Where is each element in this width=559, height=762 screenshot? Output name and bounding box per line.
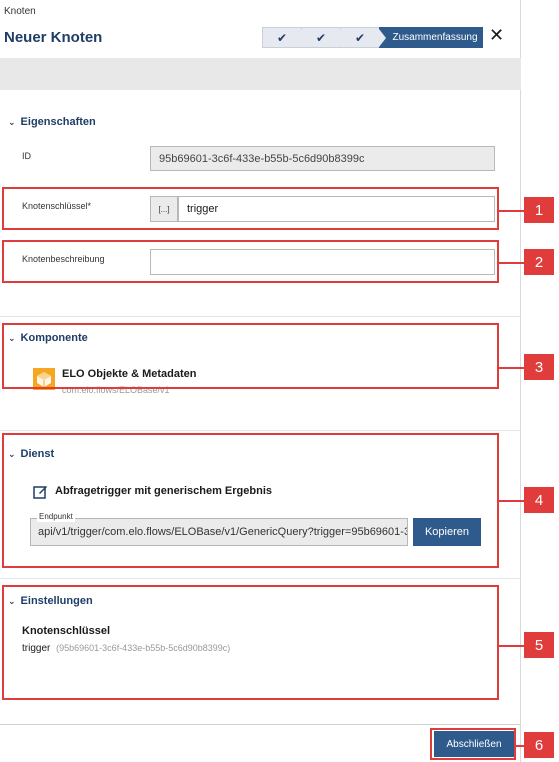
id-field: 95b69601-3c6f-433e-b55b-5c6d90b8399c bbox=[150, 146, 495, 171]
callout-box-2 bbox=[2, 240, 499, 283]
check-icon: ✔ bbox=[276, 30, 288, 45]
callout-badge-3: 3 bbox=[524, 354, 554, 380]
callout-badge-4: 4 bbox=[524, 487, 554, 513]
callout-badge-6: 6 bbox=[524, 732, 554, 758]
toolbar-band bbox=[0, 58, 521, 90]
callout-box-3 bbox=[2, 323, 499, 389]
check-icon: ✔ bbox=[315, 30, 327, 45]
wizard-stepper: ✔ ✔ ✔ Zusammenfassung bbox=[262, 27, 483, 48]
id-label: ID bbox=[22, 151, 31, 161]
callout-badge-2: 2 bbox=[524, 249, 554, 275]
section-properties-title: Eigenschaften bbox=[20, 116, 96, 128]
breadcrumb: Knoten bbox=[4, 6, 36, 17]
callout-badge-5: 5 bbox=[524, 632, 554, 658]
page-title: Neuer Knoten bbox=[4, 29, 103, 46]
callout-box-6 bbox=[430, 728, 516, 760]
callout-box-1 bbox=[2, 187, 499, 230]
step-summary[interactable]: Zusammenfassung bbox=[379, 27, 483, 48]
callout-box-4 bbox=[2, 433, 499, 568]
step-1[interactable]: ✔ bbox=[262, 27, 308, 48]
close-icon[interactable]: ✕ bbox=[489, 25, 504, 46]
section-properties-header[interactable]: ⌄ Eigenschaften bbox=[8, 116, 96, 128]
callout-badge-1: 1 bbox=[524, 197, 554, 223]
chevron-down-icon: ⌄ bbox=[8, 116, 16, 127]
callout-box-5 bbox=[2, 585, 499, 700]
check-icon: ✔ bbox=[354, 30, 366, 45]
